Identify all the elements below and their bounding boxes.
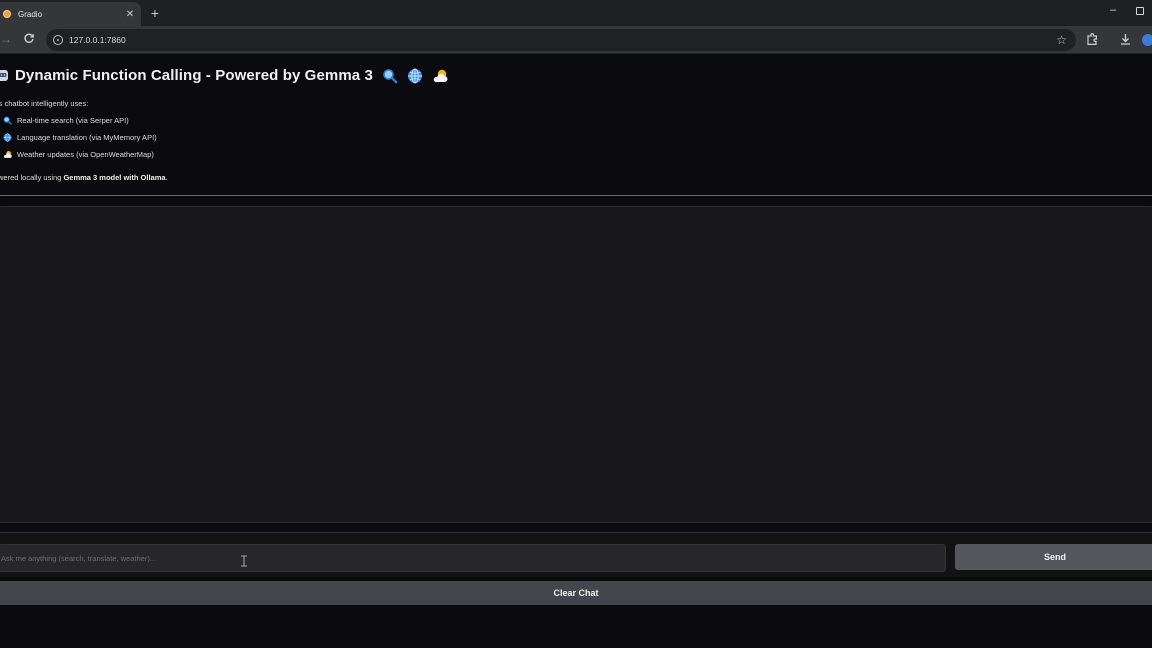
feature-label: Real-time search (via Serper API)	[17, 116, 129, 125]
input-row: Send	[0, 532, 1152, 577]
browser-window: Gradio ✕ + – → 127.0.0.1:7860 ☆ Dynamic …	[0, 0, 1152, 648]
section-divider	[0, 195, 1152, 196]
globe-icon	[3, 133, 12, 142]
profile-avatar-icon[interactable]	[1142, 34, 1152, 46]
footer-prefix: wered locally using	[0, 173, 64, 182]
search-icon	[3, 116, 12, 125]
gradio-page: Dynamic Function Calling - Powered by Ge…	[0, 55, 1152, 648]
tab-strip: Gradio ✕ + –	[0, 0, 1152, 26]
tab-close-icon[interactable]: ✕	[123, 9, 137, 20]
intro-text: is chatbot intelligently uses:	[0, 99, 89, 108]
sun-behind-cloud-icon	[3, 151, 12, 158]
url-text[interactable]: 127.0.0.1:7860	[69, 35, 1056, 45]
new-tab-button[interactable]: +	[148, 5, 162, 21]
extensions-icon[interactable]	[1086, 33, 1099, 46]
feature-weather: Weather updates (via OpenWeatherMap)	[3, 150, 154, 159]
message-input[interactable]	[0, 544, 946, 572]
download-icon[interactable]	[1119, 33, 1132, 46]
globe-icon	[407, 68, 422, 83]
clear-chat-button[interactable]: Clear Chat	[0, 581, 1152, 605]
address-bar[interactable]: 127.0.0.1:7860 ☆	[46, 29, 1076, 51]
tab-title: Gradio	[18, 9, 43, 19]
feature-label: Language translation (via MyMemory API)	[17, 133, 157, 142]
search-icon	[383, 68, 398, 83]
tab-gradio[interactable]: Gradio ✕	[0, 2, 141, 26]
feature-search: Real-time search (via Serper API)	[3, 116, 129, 125]
feature-translation: Language translation (via MyMemory API)	[3, 133, 157, 142]
minimize-icon[interactable]: –	[1106, 4, 1120, 16]
footer-suffix: .	[165, 173, 168, 182]
robot-icon	[0, 69, 8, 81]
title-row: Dynamic Function Calling - Powered by Ge…	[0, 67, 448, 84]
feature-label: Weather updates (via OpenWeatherMap)	[17, 150, 154, 159]
restore-icon[interactable]	[1136, 7, 1144, 15]
reload-icon[interactable]	[22, 32, 36, 46]
model-name: Gemma 3 model with Ollama	[63, 173, 166, 182]
browser-toolbar: → 127.0.0.1:7860 ☆	[0, 26, 1152, 54]
chatbot-panel[interactable]	[0, 206, 1152, 523]
text-cursor-icon	[241, 555, 247, 567]
gradio-favicon-icon	[3, 10, 11, 18]
bookmark-star-icon[interactable]: ☆	[1056, 33, 1067, 47]
powered-by-note: wered locally using Gemma 3 model with O…	[0, 173, 168, 182]
page-title: Dynamic Function Calling - Powered by Ge…	[15, 67, 373, 84]
site-info-icon[interactable]	[53, 35, 63, 45]
sun-behind-cloud-icon	[433, 69, 448, 82]
forward-icon[interactable]: →	[0, 32, 12, 46]
send-button[interactable]: Send	[955, 544, 1152, 570]
